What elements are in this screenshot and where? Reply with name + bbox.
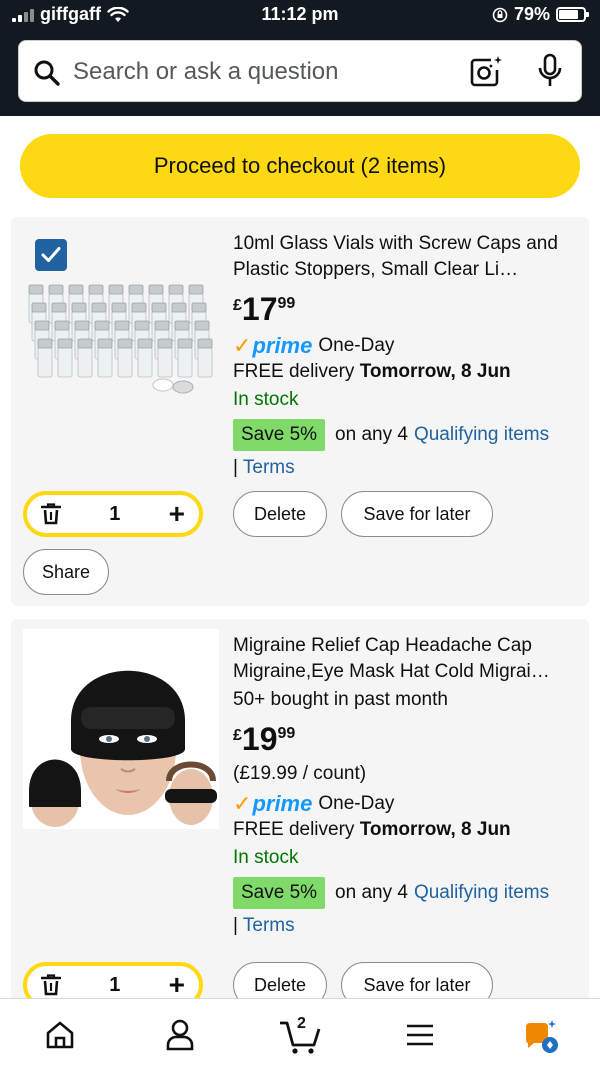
product-image-glass-vials[interactable] (23, 275, 219, 397)
save-badge: Save 5% (233, 419, 326, 451)
cart-item: 10ml Glass Vials with Screw Caps and Pla… (11, 217, 589, 606)
rufus-icon (526, 1020, 558, 1053)
delivery-date: Tomorrow, 8 Jun (359, 819, 511, 840)
cart-count-badge: 2 (297, 1015, 306, 1032)
terms-link[interactable]: Terms (243, 915, 295, 936)
terms-row: | Terms (233, 915, 579, 937)
delivery-info: FREE delivery Tomorrow, 8 Jun (233, 817, 579, 843)
proceed-to-checkout-button[interactable]: Proceed to checkout (2 items) (20, 134, 580, 198)
app-header (0, 32, 600, 116)
prime-badge: ✓ prime One-Day (233, 333, 579, 359)
unit-price: (£19.99 / count) (233, 763, 367, 784)
search-bar[interactable] (18, 40, 582, 102)
search-input[interactable] (73, 51, 453, 93)
prime-check-icon: ✓ (233, 791, 252, 816)
plus-icon[interactable]: + (169, 971, 185, 999)
terms-separator: | (233, 915, 238, 936)
nav-menu[interactable] (390, 1013, 450, 1057)
qualifying-items-link[interactable]: Qualifying items (414, 424, 549, 446)
prime-logo: prime (252, 791, 313, 816)
bottom-nav: 2 (0, 998, 600, 1067)
terms-row: | Terms (233, 457, 579, 479)
promotion-text: on any 4 (335, 882, 408, 903)
prime-speed: One-Day (318, 335, 395, 356)
cart-item: Migraine Relief Cap Headache Cap Migrain… (11, 619, 589, 1019)
battery-percent: 79% (513, 4, 550, 24)
nav-cart[interactable]: 2 (270, 1013, 330, 1057)
terms-separator: | (233, 457, 238, 478)
price-fraction: 99 (277, 725, 296, 742)
delete-button[interactable]: Delete (233, 491, 327, 537)
menu-icon (407, 1024, 433, 1046)
terms-link[interactable]: Terms (243, 457, 295, 478)
checkmark-icon (41, 247, 61, 262)
search-icon (34, 60, 60, 86)
nav-rufus[interactable] (510, 1013, 570, 1057)
delivery-date: Tomorrow, 8 Jun (359, 361, 511, 382)
account-icon (166, 1019, 194, 1051)
quantity-stepper: 1 + (23, 491, 203, 537)
trash-icon[interactable] (41, 974, 61, 996)
rotation-lock-icon (492, 7, 508, 22)
camera-icon[interactable] (469, 55, 503, 89)
item-details: 10ml Glass Vials with Screw Caps and Pla… (233, 231, 579, 479)
save-badge: Save 5% (233, 877, 326, 909)
delivery-prefix: FREE delivery (233, 361, 355, 382)
price-whole: 17 (241, 291, 278, 327)
nav-account[interactable] (150, 1013, 210, 1057)
prime-badge: ✓ prime One-Day (233, 791, 579, 817)
prime-logo: prime (252, 333, 313, 358)
product-image-migraine-cap[interactable] (23, 629, 219, 829)
share-button[interactable]: Share (23, 549, 109, 595)
promotion-row: Save 5% on any 4 Qualifying items (233, 877, 579, 909)
price-whole: 19 (241, 721, 278, 757)
prime-check-icon: ✓ (233, 333, 252, 358)
quantity-value: 1 (109, 502, 121, 525)
delivery-info: FREE delivery Tomorrow, 8 Jun (233, 359, 579, 385)
item-details: Migraine Relief Cap Headache Cap Migrain… (233, 633, 579, 937)
home-icon (46, 1021, 74, 1049)
prime-speed: One-Day (318, 793, 395, 814)
product-title[interactable]: 10ml Glass Vials with Screw Caps and Pla… (233, 231, 579, 283)
delivery-prefix: FREE delivery (233, 819, 355, 840)
battery-icon (556, 7, 589, 22)
plus-icon[interactable]: + (169, 500, 185, 528)
stock-status: In stock (233, 389, 299, 410)
price-currency: £ (233, 297, 242, 314)
save-for-later-button[interactable]: Save for later (341, 491, 493, 537)
battery-area: 79% (492, 4, 589, 25)
item-select-checkbox[interactable] (35, 239, 67, 271)
status-bar: giffgaff 11:12 pm 79% (0, 0, 600, 32)
product-price: £ 19 99 (233, 721, 579, 757)
trash-icon[interactable] (41, 503, 61, 525)
microphone-icon[interactable] (537, 53, 563, 89)
quantity-value: 1 (109, 973, 121, 996)
bought-count: 50+ bought in past month (233, 689, 448, 710)
product-price: £ 17 99 (233, 291, 579, 327)
promotion-text: on any 4 (335, 424, 408, 445)
promotion-row: Save 5% on any 4 Qualifying items (233, 419, 579, 451)
stock-status: In stock (233, 847, 299, 868)
product-title[interactable]: Migraine Relief Cap Headache Cap Migrain… (233, 633, 579, 685)
qualifying-items-link[interactable]: Qualifying items (414, 882, 549, 904)
nav-home[interactable] (30, 1013, 90, 1057)
price-fraction: 99 (277, 295, 296, 312)
price-currency: £ (233, 727, 242, 744)
